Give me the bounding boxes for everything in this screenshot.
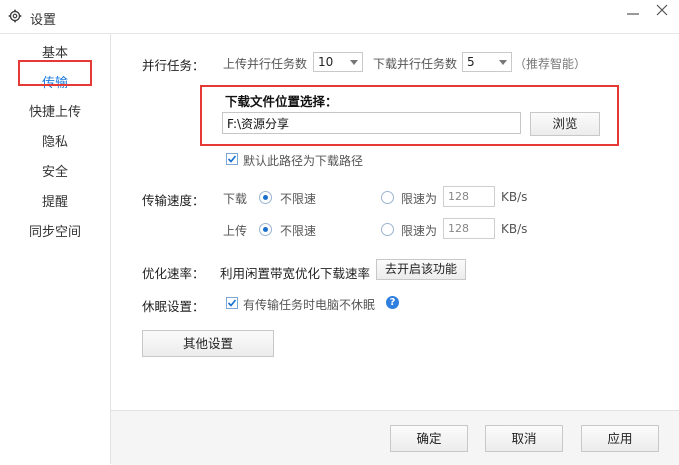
prevent-sleep-checkbox[interactable]	[226, 297, 238, 309]
upload-parallel-label: 上传并行任务数	[223, 57, 308, 71]
download-limit-radio[interactable]	[381, 191, 394, 204]
recommend-hint: （推荐智能）	[514, 57, 587, 71]
sidebar-item-security[interactable]: 安全	[0, 161, 110, 180]
upload-limit-label: 限速为	[401, 224, 438, 238]
chevron-down-icon	[350, 60, 358, 65]
download-speed-label: 下载	[223, 192, 248, 206]
checkmark-icon	[227, 299, 237, 307]
download-parallel-select[interactable]: 5	[462, 52, 512, 72]
title-bar: 设置	[0, 0, 679, 34]
download-path-label: 下载文件位置选择：	[225, 94, 338, 109]
minimize-icon[interactable]	[625, 5, 641, 17]
optimize-label: 优化速率：	[142, 266, 205, 281]
download-limit-input[interactable]: 128	[443, 186, 495, 207]
window-title: 设置	[30, 13, 57, 28]
upload-unit: KB/s	[501, 222, 528, 236]
optimize-text: 利用闲置带宽优化下载速率	[220, 266, 371, 281]
download-path-input[interactable]: F:\资源分享	[222, 112, 521, 134]
download-unlimited-label: 不限速	[280, 192, 317, 206]
default-path-checkbox[interactable]	[226, 153, 238, 165]
cancel-button[interactable]: 取消	[485, 425, 563, 452]
transfer-speed-label: 传输速度：	[142, 193, 205, 208]
ok-button[interactable]: 确定	[390, 425, 468, 452]
upload-parallel-select[interactable]: 10	[313, 52, 363, 72]
close-icon[interactable]	[655, 3, 669, 17]
sleep-settings-label: 休眠设置：	[142, 299, 205, 314]
sidebar-item-quick-upload[interactable]: 快捷上传	[0, 101, 110, 120]
default-path-label: 默认此路径为下载路径	[243, 154, 364, 168]
active-item-highlight	[18, 60, 92, 86]
help-icon[interactable]: ?	[386, 296, 399, 309]
parallel-tasks-label: 并行任务：	[142, 58, 205, 73]
sidebar-item-sync-space[interactable]: 同步空间	[0, 221, 110, 240]
chevron-down-icon	[499, 60, 507, 65]
upload-speed-label: 上传	[223, 224, 248, 238]
sidebar: 基本 传输 快捷上传 隐私 安全 提醒 同步空间	[0, 34, 111, 464]
download-parallel-label: 下载并行任务数	[373, 57, 458, 71]
checkmark-icon	[227, 155, 237, 163]
other-settings-button[interactable]: 其他设置	[142, 330, 274, 357]
sidebar-item-basic[interactable]: 基本	[0, 42, 110, 61]
upload-unlimited-radio[interactable]	[259, 223, 272, 236]
download-unit: KB/s	[501, 190, 528, 204]
sidebar-item-reminder[interactable]: 提醒	[0, 191, 110, 210]
prevent-sleep-label: 有传输任务时电脑不休眠	[243, 298, 376, 312]
upload-limit-radio[interactable]	[381, 223, 394, 236]
apply-button[interactable]: 应用	[581, 425, 659, 452]
upload-unlimited-label: 不限速	[280, 224, 317, 238]
gear-icon	[8, 9, 22, 23]
browse-button[interactable]: 浏览	[530, 112, 600, 136]
enable-optimize-button[interactable]: 去开启该功能	[376, 259, 466, 280]
sidebar-item-privacy[interactable]: 隐私	[0, 131, 110, 150]
download-limit-label: 限速为	[401, 192, 438, 206]
download-unlimited-radio[interactable]	[259, 191, 272, 204]
upload-limit-input[interactable]: 128	[443, 218, 495, 239]
